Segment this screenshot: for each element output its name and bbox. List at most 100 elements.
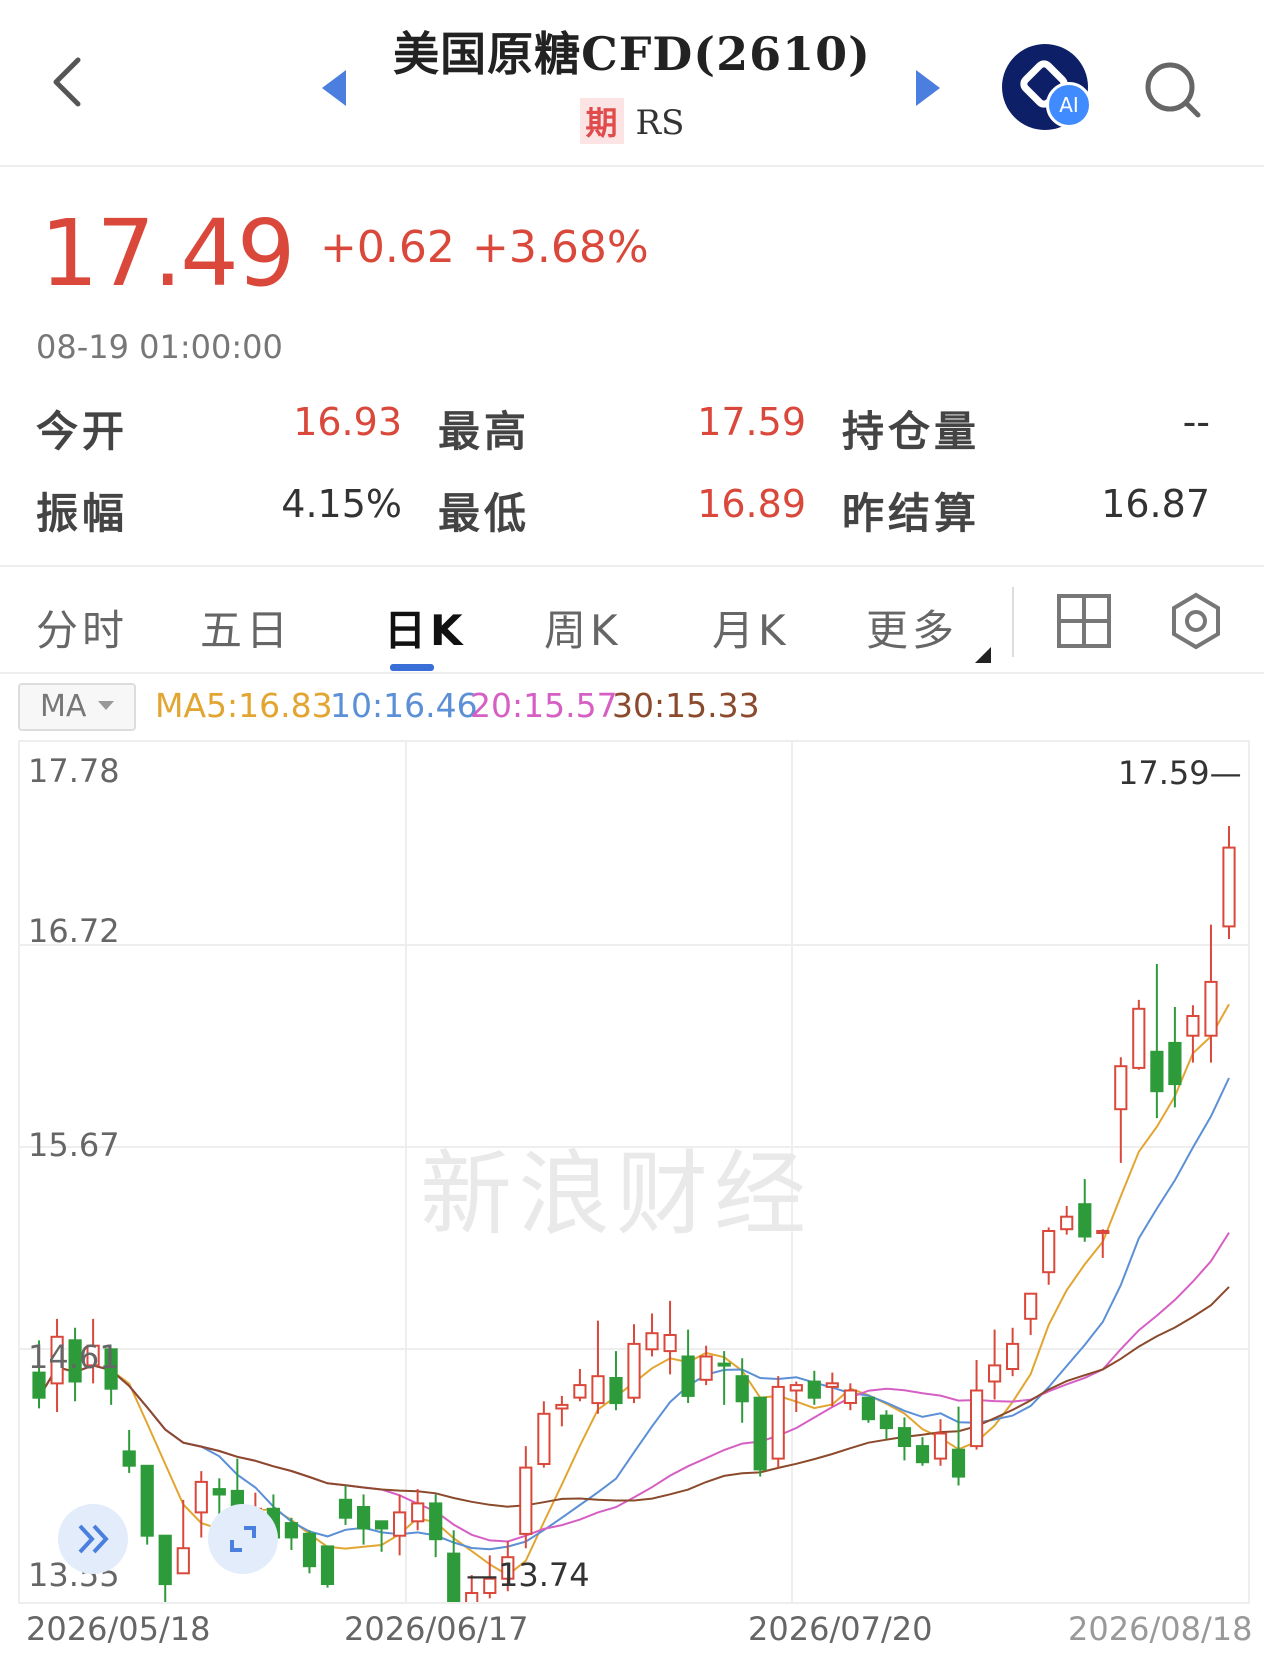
stat-value-prev-settle: 16.87 xyxy=(1101,482,1210,526)
candle-body xyxy=(951,1448,966,1478)
chevron-down-icon xyxy=(98,701,114,710)
tab-more[interactable]: 更多 xyxy=(866,597,958,658)
ma30-value: 30:15.33 xyxy=(612,686,760,725)
candle-body xyxy=(1024,1292,1038,1320)
candle-body xyxy=(1060,1215,1074,1231)
stat-label-prev-settle: 昨结算 xyxy=(842,489,981,538)
tab-monthly-k[interactable]: 月K xyxy=(712,597,790,658)
candle-body xyxy=(537,1412,551,1465)
ma20-value: 20:15.57 xyxy=(470,686,618,725)
settings-icon[interactable] xyxy=(1166,591,1226,651)
candle-body xyxy=(411,1502,425,1523)
stat-value-low: 16.89 xyxy=(697,482,806,526)
candle-body xyxy=(320,1545,335,1586)
quote-timestamp: 08-19 01:00:00 xyxy=(36,328,283,366)
watermark: 新浪财经 xyxy=(420,1141,813,1248)
candle-body xyxy=(771,1385,785,1460)
candle-body xyxy=(735,1375,749,1403)
candle-body xyxy=(447,1552,461,1602)
candle-body xyxy=(861,1396,875,1421)
search-icon[interactable] xyxy=(1138,55,1208,125)
x-tick-label: 2026/07/20 xyxy=(748,1610,933,1648)
stat-label-amplitude: 振幅 xyxy=(36,489,129,538)
double-chevron-right-icon xyxy=(78,1524,109,1554)
y-tick-label: 17.78 xyxy=(28,752,120,790)
expand-sidebar-button[interactable] xyxy=(58,1504,128,1574)
candle-body xyxy=(970,1389,984,1448)
high-price-marker: 17.59— xyxy=(1118,754,1242,792)
y-tick-label: 16.72 xyxy=(28,912,120,950)
low-price-label: 13.74 xyxy=(498,1556,590,1594)
candle-body xyxy=(789,1384,803,1392)
candle-body xyxy=(573,1384,587,1399)
x-tick-label: 2026/08/18 xyxy=(1068,1610,1253,1648)
candle-body xyxy=(465,1592,479,1602)
candle-body xyxy=(32,1371,46,1399)
low-price-marker: —13.74 xyxy=(466,1556,590,1594)
ma10-value: 10:16.46 xyxy=(330,686,478,725)
ai-assistant-button[interactable]: AI xyxy=(1002,44,1092,130)
candle-body xyxy=(393,1511,407,1537)
candle-body xyxy=(375,1520,389,1530)
grid-layout-icon[interactable] xyxy=(1056,593,1112,649)
candle-body xyxy=(212,1488,226,1496)
y-tick-label: 14.61 xyxy=(28,1338,120,1376)
candle-body xyxy=(140,1464,154,1537)
indicator-selector-label: MA xyxy=(40,689,87,724)
candle-body xyxy=(879,1414,893,1430)
candle-body xyxy=(915,1445,930,1464)
candle-body xyxy=(1186,1015,1200,1037)
candle-body xyxy=(338,1498,353,1519)
candle-body xyxy=(1006,1342,1020,1371)
candle-body xyxy=(825,1382,839,1388)
stat-label-open: 今开 xyxy=(36,407,129,456)
indicator-selector[interactable]: MA xyxy=(18,683,136,731)
candle-body xyxy=(988,1364,1002,1383)
more-dropdown-icon xyxy=(975,647,991,663)
candle-body xyxy=(717,1362,731,1367)
price-change: +0.62 xyxy=(320,222,455,273)
stat-value-open-interest: -- xyxy=(1182,400,1210,444)
last-price: 17.49 xyxy=(40,200,295,307)
fullscreen-button[interactable] xyxy=(208,1504,278,1574)
candle-body xyxy=(176,1547,190,1575)
exchange-code: RS xyxy=(635,103,685,143)
stat-value-amplitude: 4.15% xyxy=(281,482,402,526)
ai-badge: AI xyxy=(1046,82,1092,128)
candle-body xyxy=(591,1375,605,1405)
tab-daily-k[interactable]: 日K xyxy=(384,597,467,658)
tab-weekly-k[interactable]: 周K xyxy=(544,597,622,658)
candle-body xyxy=(555,1403,569,1410)
candle-body xyxy=(1078,1203,1092,1238)
candle-body xyxy=(1168,1041,1182,1086)
tab-divider xyxy=(1012,587,1014,657)
candle-body xyxy=(302,1532,317,1568)
stat-value-high: 17.59 xyxy=(697,400,806,444)
futures-tag: 期 xyxy=(579,98,624,144)
candle-body xyxy=(933,1432,948,1460)
candle-body xyxy=(158,1534,172,1586)
candle-body xyxy=(357,1506,371,1530)
candle-body xyxy=(609,1377,623,1405)
fullscreen-icon xyxy=(230,1526,256,1552)
candle-body xyxy=(284,1522,298,1539)
candle-body xyxy=(699,1355,713,1381)
tab-intraday[interactable]: 分时 xyxy=(36,597,128,658)
header-bar: 美国原糖CFD(2610) 期 RS AI xyxy=(0,0,1264,167)
high-price-label: 17.59 xyxy=(1118,754,1210,792)
candle-body xyxy=(1222,846,1236,928)
candle-body xyxy=(1204,980,1218,1037)
candle-body xyxy=(1096,1230,1110,1234)
y-tick-label: 15.67 xyxy=(28,1126,120,1164)
candle-body xyxy=(807,1380,821,1399)
candle-body xyxy=(681,1355,695,1397)
candle-body xyxy=(1042,1230,1056,1274)
candle-body xyxy=(645,1332,659,1351)
price-change-percent: +3.68% xyxy=(472,222,649,273)
candle-body xyxy=(519,1466,533,1535)
ma5-value: MA5:16.83 xyxy=(155,686,333,725)
candle-body xyxy=(1132,1007,1146,1069)
tab-five-day[interactable]: 五日 xyxy=(200,597,292,658)
next-instrument-icon[interactable] xyxy=(912,68,944,108)
candle-body xyxy=(663,1334,677,1353)
